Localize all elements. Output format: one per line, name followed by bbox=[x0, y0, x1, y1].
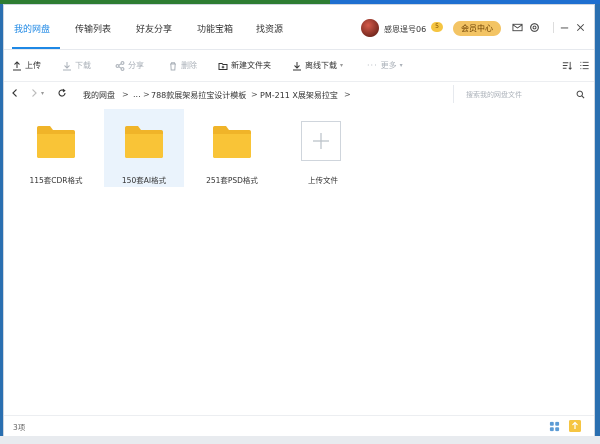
breadcrumb-root[interactable]: 我的网盘 bbox=[83, 90, 115, 101]
breadcrumb-level1[interactable]: 788款展架易拉宝设计模板 bbox=[151, 90, 246, 101]
netdisk-window: 我的网盘 传输列表 好友分享 功能宝箱 找资源 感恩逞号06 5 会员中心 上传… bbox=[3, 4, 595, 436]
tab-friend-share[interactable]: 好友分享 bbox=[136, 22, 172, 35]
refresh-icon[interactable] bbox=[57, 88, 67, 98]
forward-arrow-icon[interactable] bbox=[29, 88, 39, 98]
settings-icon[interactable] bbox=[529, 22, 540, 33]
tab-feature-box[interactable]: 功能宝箱 bbox=[197, 22, 233, 35]
chevron-down-icon: ▾ bbox=[340, 62, 344, 69]
plus-icon bbox=[313, 133, 329, 149]
upload-button[interactable]: 上传 bbox=[12, 60, 41, 71]
folder-icon bbox=[213, 126, 251, 158]
upload-label: 上传 bbox=[25, 61, 41, 70]
upload-manager-icon[interactable] bbox=[569, 420, 581, 432]
search-icon[interactable] bbox=[576, 90, 585, 99]
upload-file-item[interactable]: 上传文件 bbox=[283, 109, 363, 187]
share-label: 分享 bbox=[128, 61, 144, 70]
upload-file-box[interactable] bbox=[301, 121, 341, 161]
tab-transfer-list[interactable]: 传输列表 bbox=[75, 22, 111, 35]
breadcrumb-ellipsis[interactable]: ... bbox=[133, 90, 141, 99]
folder-item[interactable]: 115套CDR格式 bbox=[16, 109, 96, 187]
status-bar: 3项 bbox=[4, 415, 594, 436]
list-view-icon[interactable] bbox=[579, 60, 590, 71]
item-count: 3项 bbox=[13, 423, 26, 432]
close-icon[interactable] bbox=[575, 22, 586, 33]
search-input[interactable]: 搜索我的网盘文件 bbox=[453, 85, 591, 103]
toolbar: 上传 下载 分享 删除 新建文件夹 离线下载 ▾ ··· 更多 ▾ bbox=[4, 50, 594, 82]
delete-button[interactable]: 删除 bbox=[168, 60, 197, 71]
offline-download-icon bbox=[293, 61, 301, 70]
download-label: 下载 bbox=[75, 61, 91, 70]
vip-level-badge: 5 bbox=[431, 22, 443, 32]
more-dots-icon: ··· bbox=[367, 61, 378, 70]
breadcrumb-level2[interactable]: PM-211 X展架易拉宝 bbox=[260, 90, 338, 101]
back-arrow-icon[interactable] bbox=[10, 88, 20, 98]
history-dropdown-icon[interactable]: ▾ bbox=[41, 90, 44, 97]
active-tab-indicator bbox=[12, 47, 60, 49]
upload-icon bbox=[13, 60, 21, 70]
new-folder-icon bbox=[218, 62, 228, 70]
tab-my-netdisk[interactable]: 我的网盘 bbox=[14, 22, 50, 35]
new-folder-button[interactable]: 新建文件夹 bbox=[218, 60, 271, 71]
address-bar: ▾ 我的网盘 > ... > 788款展架易拉宝设计模板 > PM-211 X展… bbox=[4, 82, 594, 106]
offline-download-label: 离线下载 bbox=[305, 61, 337, 70]
share-button[interactable]: 分享 bbox=[115, 60, 144, 71]
tab-find-resources[interactable]: 找资源 bbox=[256, 22, 283, 35]
more-label: 更多 bbox=[380, 61, 397, 70]
delete-label: 删除 bbox=[181, 61, 197, 70]
grid-view-icon[interactable] bbox=[549, 421, 560, 432]
trash-icon bbox=[170, 61, 176, 70]
new-folder-label: 新建文件夹 bbox=[231, 61, 271, 70]
username[interactable]: 感恩逞号06 bbox=[384, 24, 426, 35]
minimize-icon[interactable] bbox=[559, 22, 570, 33]
folder-name: 251套PSD格式 bbox=[206, 176, 258, 185]
breadcrumb-separator-icon: > bbox=[143, 90, 150, 99]
folder-icon bbox=[37, 126, 75, 158]
folder-icon bbox=[125, 126, 163, 158]
download-icon bbox=[63, 61, 71, 70]
taskbar-strip bbox=[0, 436, 600, 444]
tab-bar: 我的网盘 传输列表 好友分享 功能宝箱 找资源 感恩逞号06 5 会员中心 bbox=[4, 5, 594, 50]
share-icon bbox=[115, 60, 125, 71]
folder-item[interactable]: 150套AI格式 bbox=[104, 109, 184, 187]
search-placeholder: 搜索我的网盘文件 bbox=[466, 91, 522, 99]
folder-name: 150套AI格式 bbox=[121, 176, 167, 185]
chevron-down-icon: ▾ bbox=[399, 62, 403, 69]
breadcrumb-separator-icon: > bbox=[122, 90, 129, 99]
breadcrumb-separator-icon: > bbox=[344, 90, 351, 99]
download-button[interactable]: 下载 bbox=[62, 60, 91, 71]
more-button[interactable]: ··· 更多 ▾ bbox=[367, 60, 403, 71]
upload-file-label: 上传文件 bbox=[308, 176, 338, 185]
breadcrumb-separator-icon: > bbox=[251, 90, 258, 99]
offline-download-button[interactable]: 离线下载 ▾ bbox=[292, 60, 343, 71]
folder-name: 115套CDR格式 bbox=[29, 176, 83, 185]
avatar[interactable] bbox=[361, 19, 379, 37]
mail-icon[interactable] bbox=[512, 22, 523, 33]
member-center-button[interactable]: 会员中心 bbox=[453, 21, 501, 36]
folder-item[interactable]: 251套PSD格式 bbox=[192, 109, 272, 187]
header-divider bbox=[553, 22, 554, 33]
sort-icon[interactable] bbox=[561, 60, 572, 71]
